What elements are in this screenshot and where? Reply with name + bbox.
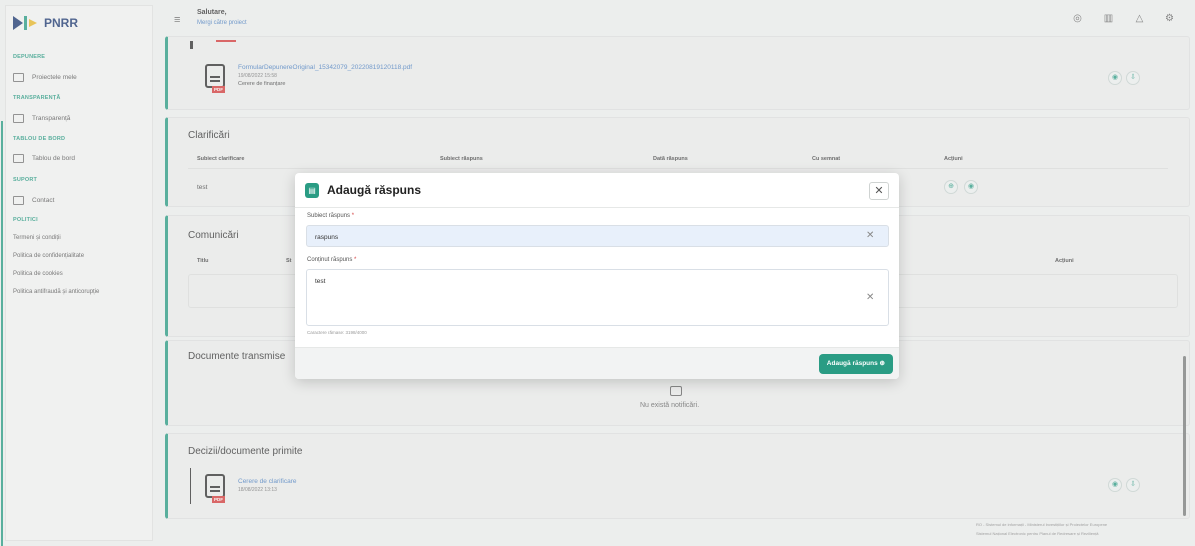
subject-label: Subiect răspuns * xyxy=(307,213,355,219)
subject-label-text: Subiect răspuns xyxy=(307,213,351,219)
submit-label: Adaugă răspuns xyxy=(826,360,878,367)
document-icon: ▤ xyxy=(305,183,319,198)
submit-reply-button[interactable]: Adaugă răspuns ⊕ xyxy=(818,354,893,374)
subject-input[interactable]: raspuns xyxy=(306,225,889,247)
content-textarea[interactable]: test xyxy=(306,269,889,326)
content-label: Conținut răspuns * xyxy=(307,257,357,263)
modal-title: Adaugă răspuns xyxy=(327,183,422,197)
char-counter: Caractere rămase: 3198/4000 xyxy=(307,330,367,335)
close-icon[interactable]: ✕ xyxy=(869,182,889,200)
clear-content-icon[interactable]: ✕ xyxy=(866,292,874,303)
modal-footer: Adaugă răspuns ⊕ xyxy=(295,347,899,379)
add-reply-modal: ▤ Adaugă răspuns ✕ Subiect răspuns * ras… xyxy=(295,173,899,379)
content-label-text: Conținut răspuns xyxy=(307,257,353,263)
clear-subject-icon[interactable]: ✕ xyxy=(866,230,874,241)
modal-header: ▤ Adaugă răspuns ✕ xyxy=(295,173,899,208)
